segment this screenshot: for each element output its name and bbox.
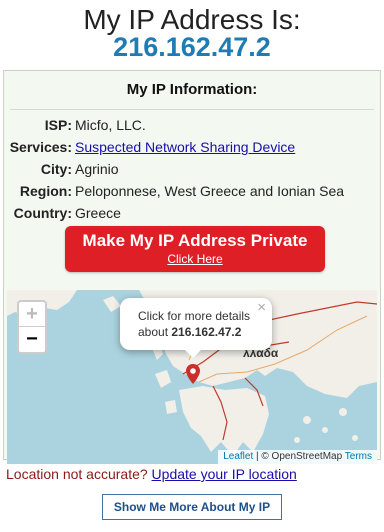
cta-main-label: Make My IP Address Private — [82, 231, 308, 250]
location-accuracy: Location not accurate? Update your IP lo… — [6, 464, 297, 484]
city-row: City: Agrinio — [4, 158, 382, 180]
services-label: Services: — [9, 139, 72, 155]
region-label: Region: — [19, 183, 72, 199]
zoom-out-button[interactable]: − — [19, 327, 45, 352]
osm-attribution: | © OpenStreetMap — [256, 451, 343, 462]
terms-link[interactable]: Terms — [345, 451, 372, 462]
isp-row: ISP: Micfo, LLC. — [4, 114, 382, 136]
leaflet-link[interactable]: Leaflet — [223, 451, 253, 462]
region-row: Region: Peloponnese, West Greece and Ion… — [4, 180, 382, 202]
popup-close-icon[interactable]: × — [257, 300, 266, 316]
update-location-link[interactable]: Update your IP location — [152, 466, 297, 482]
ip-information-panel: My IP Information: ISP: Micfo, LLC. Serv… — [3, 70, 382, 464]
city-value: Agrinio — [75, 161, 119, 177]
zoom-in-button[interactable]: + — [19, 302, 45, 327]
panel-heading: My IP Information: — [126, 81, 258, 98]
country-value: Greece — [75, 205, 121, 221]
country-label: Country: — [13, 205, 72, 221]
country-row: Country: Greece — [4, 202, 382, 224]
accuracy-question: Location not accurate? — [6, 466, 148, 482]
popup-about-text: about — [138, 325, 169, 339]
cta-click-here-link[interactable]: Click Here — [65, 252, 325, 266]
make-ip-private-button[interactable]: Make My IP Address Private Click Here — [65, 226, 325, 272]
popup-tip — [183, 348, 203, 358]
isp-label: ISP: — [44, 117, 72, 133]
location-map[interactable]: λλάδα + − Click for more details about 2… — [7, 290, 377, 464]
panel-divider — [10, 109, 374, 110]
map-popup[interactable]: Click for more details about 216.162.47.… — [120, 298, 272, 350]
show-more-button[interactable]: Show Me More About My IP — [102, 494, 282, 520]
ip-address-display: 216.162.47.2 — [113, 32, 271, 62]
popup-ip: 216.162.47.2 — [171, 325, 242, 339]
location-marker-icon[interactable] — [186, 364, 200, 384]
services-row: Services: Suspected Network Sharing Devi… — [4, 136, 382, 158]
popup-line-2: about 216.162.47.2 — [138, 324, 272, 340]
popup-line-1: Click for more details — [138, 309, 251, 323]
isp-value: Micfo, LLC. — [75, 117, 146, 133]
zoom-control: + − — [17, 300, 47, 354]
services-link[interactable]: Suspected Network Sharing Device — [75, 136, 295, 158]
city-label: City: — [40, 161, 72, 177]
region-value: Peloponnese, West Greece and Ionian Sea — [75, 183, 345, 199]
map-attribution: Leaflet | © OpenStreetMap Terms — [218, 450, 377, 464]
